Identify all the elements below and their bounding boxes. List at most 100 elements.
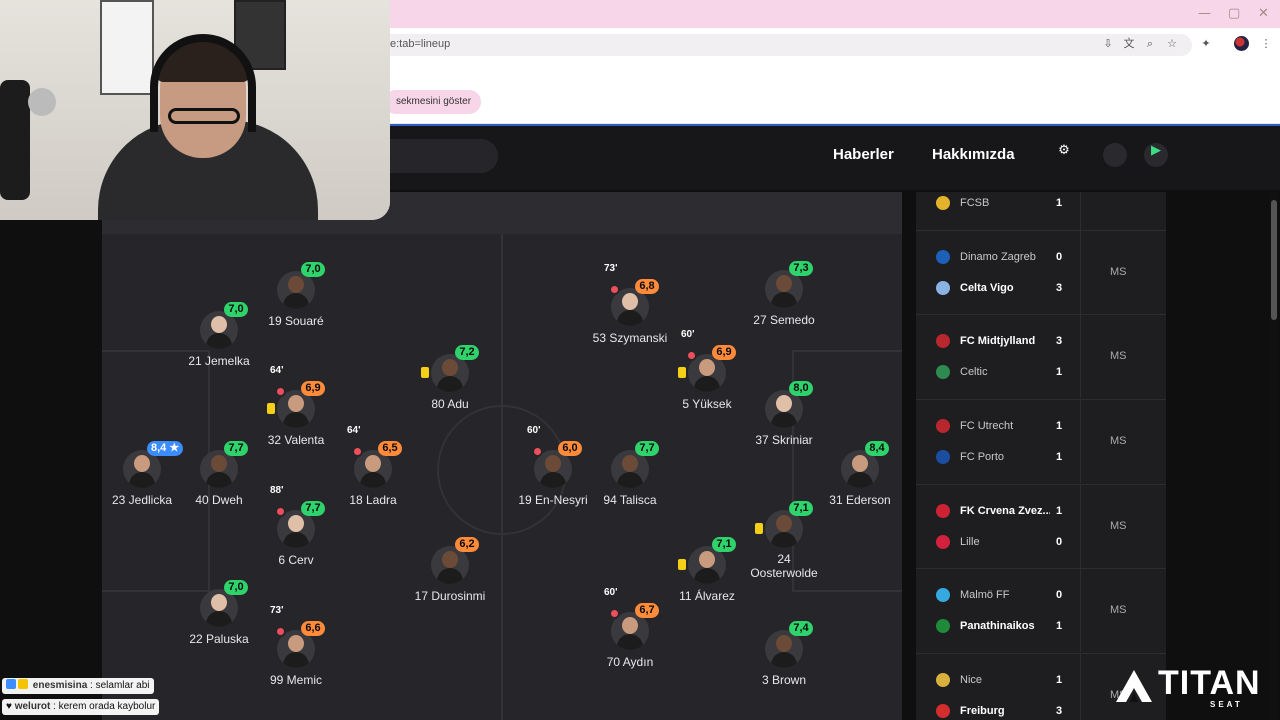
- heart-icon: ♥: [6, 701, 12, 712]
- nav-link-about[interactable]: Hakkımızda: [932, 146, 1015, 163]
- google-play-icon[interactable]: ▶: [1144, 143, 1168, 167]
- player-name[interactable]: 27 Semedo: [714, 313, 854, 327]
- player-rating-badge: 6,7: [635, 603, 659, 618]
- yellow-card-icon: [421, 367, 429, 378]
- webcam-overlay: [0, 0, 390, 220]
- player-name[interactable]: 24 Oosterwolde: [714, 552, 854, 580]
- fixture-divider: [1080, 568, 1081, 652]
- badge-icon: [6, 679, 16, 689]
- team-score: 1: [1056, 366, 1063, 378]
- fixture-row[interactable]: FCSB 1: [916, 192, 1166, 230]
- nav-link-news[interactable]: Haberler: [833, 146, 894, 163]
- yellow-card-icon: [267, 403, 275, 414]
- player-name[interactable]: 37 Skriniar: [714, 433, 854, 447]
- profile-avatar-icon[interactable]: [1234, 36, 1249, 51]
- fixture-row[interactable]: FK Crvena Zvez... 1 Lille 0 MS: [916, 484, 1166, 568]
- translate-icon[interactable]: 文: [1121, 36, 1137, 52]
- player-rating-badge: 6,9: [301, 381, 325, 396]
- fixture-team[interactable]: FC Midtjylland 3: [916, 332, 1166, 352]
- right-box-bottom: [792, 590, 902, 592]
- apple-icon[interactable]: [1103, 143, 1127, 167]
- player-rating-badge: 6,8: [635, 279, 659, 294]
- team-name: Dinamo Zagreb: [960, 251, 1036, 263]
- fixture-row[interactable]: FC Utrecht 1 FC Porto 1 MS: [916, 399, 1166, 483]
- watermark-sub: SEAT: [1210, 700, 1243, 709]
- team-logo-icon: [936, 704, 950, 718]
- titan-logo-icon: [1116, 670, 1152, 702]
- browser-menu-icon[interactable]: ⋮: [1258, 36, 1274, 52]
- player-rating-badge: 8,4 ★: [147, 441, 184, 456]
- player-rating-badge: 7,7: [301, 501, 325, 516]
- player-rating-badge: 7,7: [224, 441, 248, 456]
- substitution-time: 73': [270, 605, 284, 616]
- team-name: Celtic: [960, 366, 988, 378]
- fixture-team[interactable]: FC Utrecht 1: [916, 417, 1166, 437]
- gear-icon[interactable]: ⚙: [1052, 143, 1076, 167]
- player-name[interactable]: 3 Brown: [714, 673, 854, 687]
- player-rating-badge: 6,2: [455, 537, 479, 552]
- team-score: 1: [1056, 620, 1063, 632]
- match-status: MS: [1110, 520, 1127, 532]
- fixture-team[interactable]: FK Crvena Zvez... 1: [916, 502, 1166, 522]
- titan-watermark: TITAN SEAT: [1114, 664, 1264, 709]
- team-score: 0: [1056, 251, 1063, 263]
- fixture-row[interactable]: Dinamo Zagreb 0 Celta Vigo 3 MS: [916, 230, 1166, 314]
- substitution-time: 88': [270, 485, 284, 496]
- player-name[interactable]: 11 Álvarez: [637, 589, 777, 603]
- player-rating-badge: 8,0: [789, 381, 813, 396]
- player-name[interactable]: 40 Dweh: [149, 493, 289, 507]
- team-logo-icon: [936, 196, 950, 210]
- zoom-icon[interactable]: ⌕: [1142, 36, 1158, 52]
- player-name[interactable]: 5 Yüksek: [637, 397, 777, 411]
- substitution-out-icon: [532, 446, 543, 457]
- player-name[interactable]: 70 Aydın: [560, 655, 700, 669]
- minimize-icon[interactable]: —: [1198, 6, 1211, 21]
- player-rating-badge: 8,4: [865, 441, 889, 456]
- team-logo-icon: [936, 365, 950, 379]
- show-tab-chip[interactable]: sekmesini göster: [384, 90, 482, 114]
- fixture-team[interactable]: Celta Vigo 3: [916, 279, 1166, 299]
- team-score: 3: [1056, 705, 1063, 717]
- player-name[interactable]: 17 Durosinmi: [380, 589, 520, 603]
- install-app-icon[interactable]: ⇩: [1100, 36, 1116, 52]
- fixture-team[interactable]: Celtic 1: [916, 363, 1166, 383]
- address-bar[interactable]: [380, 34, 1192, 56]
- team-name: FK Crvena Zvez...: [960, 505, 1050, 517]
- team-name: Celta Vigo: [960, 282, 1014, 294]
- player-name[interactable]: 21 Jemelka: [149, 354, 289, 368]
- close-icon[interactable]: ✕: [1258, 6, 1269, 21]
- page-scrollbar-thumb[interactable]: [1271, 200, 1277, 320]
- player-name[interactable]: 53 Szymanski: [560, 331, 700, 345]
- team-score: 1: [1056, 451, 1063, 463]
- substitution-time: 60': [604, 587, 618, 598]
- team-score: 0: [1056, 536, 1063, 548]
- player-name[interactable]: 22 Paluska: [149, 632, 289, 646]
- player-name[interactable]: 6 Cerv: [226, 553, 366, 567]
- team-name: FC Porto: [960, 451, 1005, 463]
- fixture-divider: [1080, 399, 1081, 483]
- team-name: Malmö FF: [960, 589, 1010, 601]
- player-name[interactable]: 94 Talisca: [560, 493, 700, 507]
- team-name: Panathinaikos: [960, 620, 1035, 632]
- player-rating-badge: 6,9: [712, 345, 736, 360]
- substitution-out-icon: [275, 506, 286, 517]
- extensions-icon[interactable]: ✦: [1198, 36, 1214, 52]
- player-rating-badge: 7,0: [224, 302, 248, 317]
- fixture-team[interactable]: Malmö FF 0: [916, 586, 1166, 606]
- player-name[interactable]: 99 Memic: [226, 673, 366, 687]
- substitution-time: 60': [527, 425, 541, 436]
- fixture-row[interactable]: FC Midtjylland 3 Celtic 1 MS: [916, 314, 1166, 398]
- team-name: FCSB: [960, 197, 990, 209]
- player-name[interactable]: 80 Adu: [380, 397, 520, 411]
- bookmark-star-icon[interactable]: ☆: [1164, 36, 1180, 52]
- maximize-icon[interactable]: ▢: [1228, 6, 1240, 21]
- address-bar-url[interactable]: e:tab=lineup: [390, 38, 450, 50]
- player-rating-badge: 7,0: [301, 262, 325, 277]
- fixture-team[interactable]: FC Porto 1: [916, 448, 1166, 468]
- fixture-team[interactable]: Lille 0: [916, 533, 1166, 553]
- fixture-row[interactable]: Malmö FF 0 Panathinaikos 1 MS: [916, 568, 1166, 652]
- fixture-team[interactable]: Panathinaikos 1: [916, 617, 1166, 637]
- player-name[interactable]: 19 Souaré: [226, 314, 366, 328]
- fixture-team[interactable]: Dinamo Zagreb 0: [916, 248, 1166, 268]
- fixture-team[interactable]: FCSB 1: [916, 194, 1166, 214]
